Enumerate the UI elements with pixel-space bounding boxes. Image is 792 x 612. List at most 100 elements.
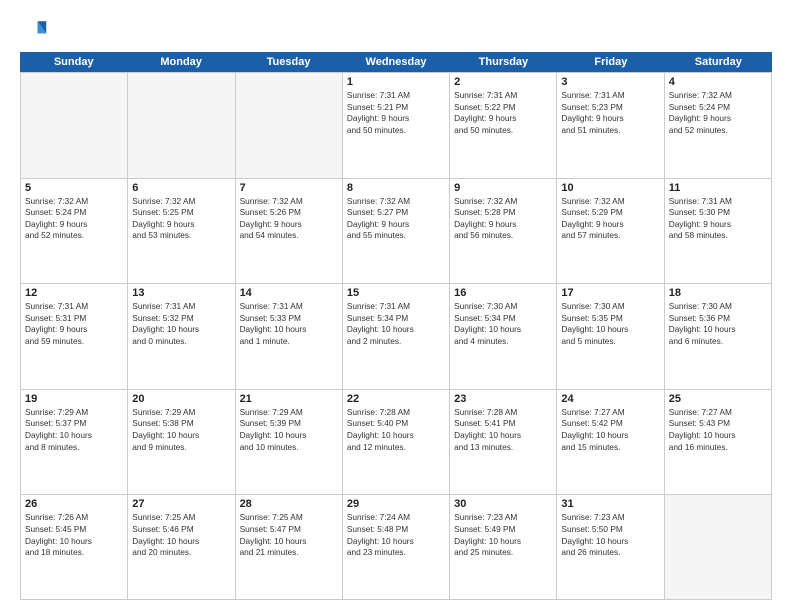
weekday-header: Tuesday [235, 52, 342, 72]
day-number: 5 [25, 182, 123, 194]
calendar-cell: 29 Sunrise: 7:24 AM Sunset: 5:48 PM Dayli… [343, 494, 450, 600]
day-number: 27 [132, 498, 230, 510]
day-number: 22 [347, 393, 445, 405]
weekday-header: Thursday [450, 52, 557, 72]
logo-icon [20, 16, 48, 44]
calendar-row: 5 Sunrise: 7:32 AM Sunset: 5:24 PM Daylig… [20, 178, 772, 284]
day-info: Sunrise: 7:32 AM Sunset: 5:29 PM Dayligh… [561, 196, 659, 242]
day-info: Sunrise: 7:30 AM Sunset: 5:36 PM Dayligh… [669, 301, 767, 347]
day-info: Sunrise: 7:26 AM Sunset: 5:45 PM Dayligh… [25, 512, 123, 558]
weekday-header: Sunday [20, 52, 127, 72]
weekday-header: Monday [127, 52, 234, 72]
calendar-cell: 14 Sunrise: 7:31 AM Sunset: 5:33 PM Dayli… [236, 283, 343, 389]
calendar-cell: 11 Sunrise: 7:31 AM Sunset: 5:30 PM Dayli… [665, 178, 772, 284]
calendar-cell: 18 Sunrise: 7:30 AM Sunset: 5:36 PM Dayli… [665, 283, 772, 389]
calendar-cell: 5 Sunrise: 7:32 AM Sunset: 5:24 PM Daylig… [21, 178, 128, 284]
calendar-cell: 4 Sunrise: 7:32 AM Sunset: 5:24 PM Daylig… [665, 72, 772, 178]
day-number: 29 [347, 498, 445, 510]
day-info: Sunrise: 7:32 AM Sunset: 5:27 PM Dayligh… [347, 196, 445, 242]
day-number: 18 [669, 287, 767, 299]
calendar-cell: 27 Sunrise: 7:25 AM Sunset: 5:46 PM Dayli… [128, 494, 235, 600]
day-number: 16 [454, 287, 552, 299]
day-number: 11 [669, 182, 767, 194]
day-number: 24 [561, 393, 659, 405]
day-info: Sunrise: 7:30 AM Sunset: 5:34 PM Dayligh… [454, 301, 552, 347]
calendar-cell: 6 Sunrise: 7:32 AM Sunset: 5:25 PM Daylig… [128, 178, 235, 284]
day-info: Sunrise: 7:32 AM Sunset: 5:26 PM Dayligh… [240, 196, 338, 242]
day-number: 10 [561, 182, 659, 194]
day-info: Sunrise: 7:32 AM Sunset: 5:24 PM Dayligh… [25, 196, 123, 242]
day-number: 14 [240, 287, 338, 299]
day-info: Sunrise: 7:31 AM Sunset: 5:34 PM Dayligh… [347, 301, 445, 347]
day-info: Sunrise: 7:29 AM Sunset: 5:39 PM Dayligh… [240, 407, 338, 453]
calendar-cell: 1Sunrise: 7:31 AM Sunset: 5:21 PM Daylig… [343, 72, 450, 178]
day-info: Sunrise: 7:28 AM Sunset: 5:41 PM Dayligh… [454, 407, 552, 453]
day-info: Sunrise: 7:28 AM Sunset: 5:40 PM Dayligh… [347, 407, 445, 453]
day-number: 20 [132, 393, 230, 405]
day-info: Sunrise: 7:27 AM Sunset: 5:43 PM Dayligh… [669, 407, 767, 453]
calendar-header: SundayMondayTuesdayWednesdayThursdayFrid… [20, 52, 772, 72]
page: SundayMondayTuesdayWednesdayThursdayFrid… [0, 0, 792, 612]
day-number: 31 [561, 498, 659, 510]
calendar-cell: 17 Sunrise: 7:30 AM Sunset: 5:35 PM Dayli… [557, 283, 664, 389]
calendar-cell [236, 72, 343, 178]
day-info: Sunrise: 7:23 AM Sunset: 5:50 PM Dayligh… [561, 512, 659, 558]
day-number: 15 [347, 287, 445, 299]
day-info: Sunrise: 7:30 AM Sunset: 5:35 PM Dayligh… [561, 301, 659, 347]
day-info: Sunrise: 7:31 AM Sunset: 5:32 PM Dayligh… [132, 301, 230, 347]
calendar-cell [21, 72, 128, 178]
calendar-cell: 15 Sunrise: 7:31 AM Sunset: 5:34 PM Dayli… [343, 283, 450, 389]
calendar-cell: 9 Sunrise: 7:32 AM Sunset: 5:28 PM Daylig… [450, 178, 557, 284]
day-info: Sunrise: 7:31 AM Sunset: 5:23 PM Dayligh… [561, 90, 659, 136]
calendar-cell: 7 Sunrise: 7:32 AM Sunset: 5:26 PM Daylig… [236, 178, 343, 284]
header [20, 16, 772, 44]
calendar-cell: 19 Sunrise: 7:29 AM Sunset: 5:37 PM Dayli… [21, 389, 128, 495]
weekday-header: Wednesday [342, 52, 449, 72]
day-info: Sunrise: 7:24 AM Sunset: 5:48 PM Dayligh… [347, 512, 445, 558]
calendar-cell: 2Sunrise: 7:31 AM Sunset: 5:22 PM Daylig… [450, 72, 557, 178]
weekday-header: Friday [557, 52, 664, 72]
calendar-row: 12 Sunrise: 7:31 AM Sunset: 5:31 PM Dayli… [20, 283, 772, 389]
day-number: 1 [347, 76, 445, 88]
day-info: Sunrise: 7:23 AM Sunset: 5:49 PM Dayligh… [454, 512, 552, 558]
day-number: 21 [240, 393, 338, 405]
day-info: Sunrise: 7:31 AM Sunset: 5:31 PM Dayligh… [25, 301, 123, 347]
calendar-cell: 25 Sunrise: 7:27 AM Sunset: 5:43 PM Dayli… [665, 389, 772, 495]
calendar-cell: 21 Sunrise: 7:29 AM Sunset: 5:39 PM Dayli… [236, 389, 343, 495]
day-info: Sunrise: 7:29 AM Sunset: 5:37 PM Dayligh… [25, 407, 123, 453]
day-number: 19 [25, 393, 123, 405]
weekday-header: Saturday [665, 52, 772, 72]
calendar-body: 1Sunrise: 7:31 AM Sunset: 5:21 PM Daylig… [20, 72, 772, 600]
calendar-cell: 30Sunrise: 7:23 AM Sunset: 5:49 PM Dayli… [450, 494, 557, 600]
calendar-cell: 23 Sunrise: 7:28 AM Sunset: 5:41 PM Dayli… [450, 389, 557, 495]
calendar-row: 26Sunrise: 7:26 AM Sunset: 5:45 PM Dayli… [20, 494, 772, 600]
day-number: 4 [669, 76, 767, 88]
day-info: Sunrise: 7:31 AM Sunset: 5:33 PM Dayligh… [240, 301, 338, 347]
calendar-cell: 20Sunrise: 7:29 AM Sunset: 5:38 PM Dayli… [128, 389, 235, 495]
calendar: SundayMondayTuesdayWednesdayThursdayFrid… [20, 52, 772, 600]
day-number: 6 [132, 182, 230, 194]
day-info: Sunrise: 7:32 AM Sunset: 5:28 PM Dayligh… [454, 196, 552, 242]
day-number: 3 [561, 76, 659, 88]
day-info: Sunrise: 7:32 AM Sunset: 5:25 PM Dayligh… [132, 196, 230, 242]
day-info: Sunrise: 7:27 AM Sunset: 5:42 PM Dayligh… [561, 407, 659, 453]
day-number: 28 [240, 498, 338, 510]
calendar-cell [665, 494, 772, 600]
day-info: Sunrise: 7:32 AM Sunset: 5:24 PM Dayligh… [669, 90, 767, 136]
day-number: 9 [454, 182, 552, 194]
day-info: Sunrise: 7:25 AM Sunset: 5:46 PM Dayligh… [132, 512, 230, 558]
calendar-cell: 16 Sunrise: 7:30 AM Sunset: 5:34 PM Dayli… [450, 283, 557, 389]
calendar-cell [128, 72, 235, 178]
calendar-cell: 24 Sunrise: 7:27 AM Sunset: 5:42 PM Dayli… [557, 389, 664, 495]
calendar-cell: 3 Sunrise: 7:31 AM Sunset: 5:23 PM Daylig… [557, 72, 664, 178]
calendar-row: 1Sunrise: 7:31 AM Sunset: 5:21 PM Daylig… [20, 72, 772, 178]
logo [20, 16, 52, 44]
day-info: Sunrise: 7:31 AM Sunset: 5:30 PM Dayligh… [669, 196, 767, 242]
day-number: 7 [240, 182, 338, 194]
calendar-cell: 31 Sunrise: 7:23 AM Sunset: 5:50 PM Dayli… [557, 494, 664, 600]
day-number: 17 [561, 287, 659, 299]
day-number: 25 [669, 393, 767, 405]
day-number: 23 [454, 393, 552, 405]
day-number: 12 [25, 287, 123, 299]
calendar-cell: 8Sunrise: 7:32 AM Sunset: 5:27 PM Daylig… [343, 178, 450, 284]
